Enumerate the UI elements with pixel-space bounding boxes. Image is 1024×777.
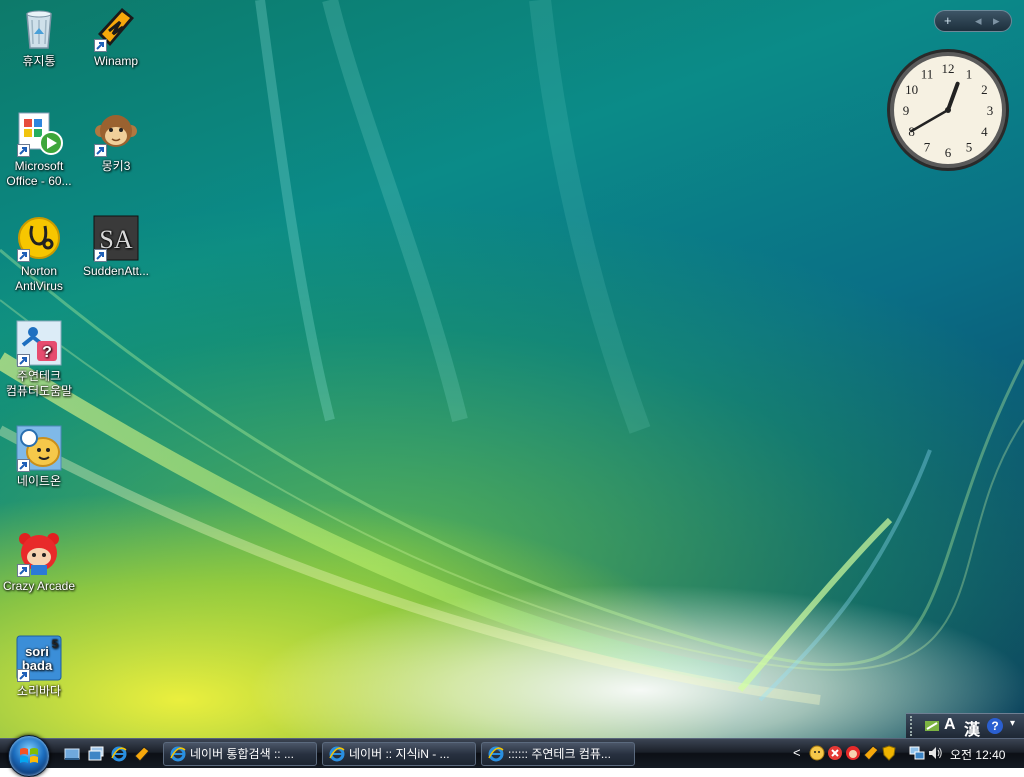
taskbar-button-jooyontech[interactable]: :::::: 주연테크 컴퓨...: [481, 742, 635, 766]
clock-numeral: 2: [981, 82, 988, 97]
crazy-arcade-tray-icon[interactable]: [845, 745, 861, 761]
desktop-icon-office[interactable]: Microsoft Office - 60...: [0, 107, 78, 189]
desktop-icon-label: 네이트온: [16, 474, 62, 488]
desktop-icon-monkey3[interactable]: 몽키3: [77, 107, 155, 174]
start-button[interactable]: [8, 735, 50, 777]
ime-pad-icon[interactable]: [924, 718, 940, 734]
taskbar: 네이버 통합검색 :: ... 네이버 :: 지식iN - ... ::::::…: [0, 735, 1024, 777]
shortcut-arrow-icon: [17, 354, 30, 367]
soribada-icon: sori bada 5: [15, 634, 63, 682]
language-bar: A 漢 ? ▾: [906, 713, 1024, 738]
shortcut-arrow-icon: [17, 459, 30, 472]
help-button[interactable]: ?: [987, 718, 1003, 734]
desktop-icon-crazy-arcade[interactable]: Crazy Arcade: [0, 527, 78, 594]
internet-explorer-icon: [329, 746, 345, 762]
show-hidden-icons-button[interactable]: <: [793, 745, 801, 760]
desktop-icon-nateon[interactable]: 네이트온: [0, 422, 78, 489]
desktop-icon-label: Norton AntiVirus: [15, 264, 63, 293]
desktop-icon-winamp[interactable]: Winamp: [77, 2, 155, 69]
help-label: ?: [991, 719, 999, 733]
windows-logo-icon: [20, 748, 38, 763]
winamp-quicklaunch-icon[interactable]: [134, 746, 150, 762]
shortcut-arrow-icon: [94, 144, 107, 157]
network-tray-icon[interactable]: [909, 745, 925, 761]
crazy-arcade-icon: [15, 529, 63, 577]
hanja-convert-button[interactable]: 漢: [964, 716, 980, 738]
add-gadget-button[interactable]: +: [944, 13, 952, 29]
shortcut-arrow-icon: [17, 144, 30, 157]
desktop-icon-label: Microsoft Office - 60...: [6, 159, 72, 188]
show-desktop-icon[interactable]: [64, 746, 80, 762]
monkey-icon: [92, 109, 140, 157]
office-icon: [15, 109, 63, 157]
security-alert-tray-icon[interactable]: [827, 745, 843, 761]
taskbar-button-naver-kin[interactable]: 네이버 :: 지식iN - ...: [322, 742, 476, 766]
nateon-icon: [15, 424, 63, 472]
internet-explorer-icon: [488, 746, 504, 762]
desktop-icon-norton[interactable]: Norton AntiVirus: [0, 212, 78, 294]
svg-text:?: ?: [42, 344, 52, 361]
clock-numeral: 4: [981, 124, 988, 139]
desktop-icon-label: Crazy Arcade: [2, 579, 76, 593]
clock-numeral: 5: [966, 139, 973, 154]
switch-windows-icon[interactable]: [88, 746, 104, 762]
shortcut-arrow-icon: [94, 249, 107, 262]
clock-numeral: 11: [921, 67, 934, 82]
shortcut-arrow-icon: [17, 249, 30, 262]
internet-explorer-icon: [170, 746, 186, 762]
clock-numeral: 3: [987, 103, 994, 118]
taskbar-button-naver-search[interactable]: 네이버 통합검색 :: ...: [163, 742, 317, 766]
shortcut-arrow-icon: [94, 39, 107, 52]
shortcut-arrow-icon: [17, 564, 30, 577]
internet-explorer-icon[interactable]: [111, 746, 127, 762]
input-mode-button[interactable]: A: [944, 716, 956, 734]
desktop-icon-recycle-bin[interactable]: 휴지통: [0, 2, 78, 69]
language-bar-options-icon[interactable]: ▾: [1010, 718, 1015, 729]
taskbar-button-label: 네이버 통합검색 :: ...: [190, 747, 294, 761]
nateon-tray-icon[interactable]: [809, 745, 825, 761]
clock-numeral: 12: [942, 61, 955, 76]
clock-gadget[interactable]: 123456789101112: [886, 48, 1010, 172]
winamp-icon: [92, 4, 140, 52]
desktop-icon-label: SuddenAtt...: [82, 264, 150, 278]
sudden-attack-icon: SA: [92, 214, 140, 262]
previous-page-button[interactable]: ◂: [975, 13, 982, 29]
system-clock[interactable]: 오전 12:40: [950, 746, 1005, 763]
desktop-icon-help[interactable]: ? 주연테크 컴퓨터도움말: [0, 317, 78, 399]
norton-icon: [15, 214, 63, 262]
desktop-icon-label: 주연테크 컴퓨터도움말: [5, 369, 73, 398]
desktop-icon-label: 몽키3: [101, 159, 131, 173]
language-bar-grip-icon[interactable]: [910, 716, 916, 736]
desktop-icon-label: 소리바다: [16, 684, 62, 698]
clock-numeral: 9: [903, 103, 910, 118]
clock-numeral: 6: [945, 145, 952, 160]
desktop-icon-sudden-attack[interactable]: SA SuddenAtt...: [77, 212, 155, 279]
svg-text:sori: sori: [25, 644, 49, 659]
desktop-icon-soribada[interactable]: sori bada 5 소리바다: [0, 632, 78, 699]
winamp-tray-icon[interactable]: [863, 745, 879, 761]
desktop[interactable]: 휴지통 Winamp Microsoft Office - 60... 몽키3 …: [0, 0, 1024, 738]
clock-numeral: 10: [905, 82, 918, 97]
shortcut-arrow-icon: [17, 669, 30, 682]
clock-numeral: 1: [966, 67, 973, 82]
help-icon: ?: [15, 319, 63, 367]
next-page-button[interactable]: ▸: [993, 13, 1000, 29]
recycle-bin-icon: [15, 4, 63, 52]
svg-text:5: 5: [52, 637, 59, 651]
clock-numeral: 7: [924, 139, 931, 154]
sidebar-gadget-controls: + ◂ ▸: [934, 10, 1012, 32]
volume-tray-icon[interactable]: [927, 745, 943, 761]
security-shield-tray-icon[interactable]: [881, 745, 897, 761]
taskbar-button-label: 네이버 :: 지식iN - ...: [349, 747, 450, 761]
desktop-icon-label: Winamp: [93, 54, 138, 68]
taskbar-button-label: :::::: 주연테크 컴퓨...: [508, 747, 611, 761]
desktop-icon-label: 휴지통: [22, 54, 56, 68]
